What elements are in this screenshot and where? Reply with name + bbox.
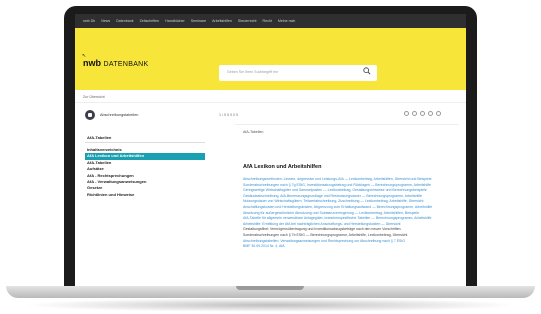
search-placeholder: Geben Sie Ihren Suchbegriff ein <box>227 70 279 74</box>
share-icon[interactable] <box>420 111 425 116</box>
search-icon[interactable] <box>363 67 371 75</box>
document-title: Abschreibungstabellen <box>100 113 139 117</box>
laptop-notch <box>236 286 304 290</box>
nwb-logo[interactable]: ↖ nwb DATENBANK <box>82 53 149 68</box>
link-list: Abschreibungsmethoden: Lineare, degressi… <box>243 177 461 250</box>
topnav-item[interactable]: News <box>101 19 110 23</box>
topnav-item[interactable]: nwb Db <box>83 19 95 23</box>
topnav-item[interactable]: Recht <box>263 19 272 23</box>
top-navigation: nwb Db News Datenbank Zeitschriften Hand… <box>75 14 466 28</box>
site-header: ↖ nwb DATENBANK Geben Sie Ihren Suchbegr… <box>75 28 466 90</box>
search-input[interactable]: Geben Sie Ihren Suchbegriff ein <box>219 65 377 81</box>
topnav-item[interactable]: Seminare <box>191 19 206 23</box>
divider <box>75 102 466 103</box>
content-link[interactable]: AfA-Tabelle für allgemein verwendbare An… <box>243 216 461 222</box>
arrow-icon: ↖ <box>82 53 87 59</box>
content-link[interactable]: Anschaffungskosten und Herstellungskoste… <box>243 205 461 211</box>
topnav-item[interactable]: Handbücher <box>165 19 185 23</box>
mail-icon[interactable] <box>428 111 433 116</box>
content-title: AfA Lexikon und Arbeitshilfen <box>243 164 322 170</box>
divider <box>85 142 205 143</box>
brand-name: nwb <box>83 58 101 68</box>
toc-item[interactable]: Richtlinien und Hinweise <box>85 192 205 198</box>
brand-subtitle: DATENBANK <box>103 61 149 68</box>
divider <box>235 124 459 125</box>
table-of-contents: Inhaltsverzeichnis AfA Lexikon und Arbei… <box>85 147 205 198</box>
print-icon[interactable] <box>404 111 409 116</box>
section-title: AfA-Tabellen <box>87 135 112 140</box>
content-link[interactable]: BMF 30.09.2014 Nr. 4, AfA <box>243 244 461 250</box>
toolbar <box>404 111 444 116</box>
topnav-item[interactable]: Steuerrecht <box>238 19 257 23</box>
topnav-item[interactable]: Datenbank <box>116 19 133 23</box>
laptop-screen: nwb Db News Datenbank Zeitschriften Hand… <box>75 14 466 286</box>
laptop-shadow <box>20 298 520 312</box>
document-counter: 1 / 5 5 9 0 5 <box>219 113 238 117</box>
bookmark-icon[interactable] <box>412 111 417 116</box>
document-icon <box>85 110 95 120</box>
topnav-item[interactable]: Zeitschriften <box>140 19 160 23</box>
topnav-item[interactable]: Arbeitshilfen <box>212 19 232 23</box>
breadcrumb[interactable]: Zur Übersicht <box>83 95 105 99</box>
content-link[interactable]: Abschreibungsmethoden: Lineare, degressi… <box>243 177 461 183</box>
topnav-item[interactable]: Meine nwb <box>278 19 295 23</box>
document-meta: AfA-Tabellen <box>243 130 264 134</box>
download-icon[interactable] <box>436 111 441 116</box>
